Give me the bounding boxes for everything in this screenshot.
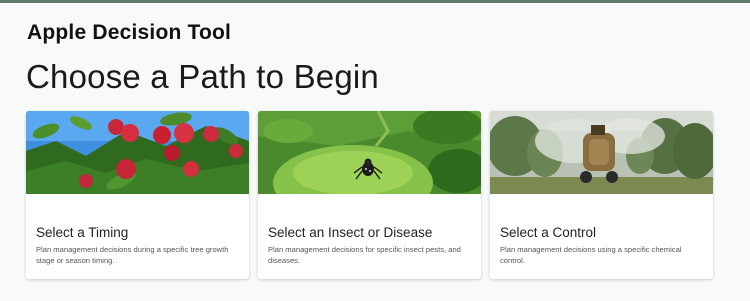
card-title: Select an Insect or Disease <box>268 225 433 240</box>
card-description: Plan management decisions for specific i… <box>268 245 461 265</box>
app-title: Apple Decision Tool <box>27 21 232 44</box>
card-description: Plan management decisions using a specif… <box>500 245 682 265</box>
apples-on-branch-photo <box>26 111 249 194</box>
orchard-sprayer-photo <box>490 111 713 194</box>
insect-on-green-apple-photo <box>258 111 481 194</box>
page-title: Choose a Path to Begin <box>26 58 379 95</box>
card-title: Select a Control <box>500 225 597 240</box>
path-cards: Select a Timing Plan management decision… <box>26 111 716 279</box>
control-card[interactable]: Select a Control Plan management decisio… <box>490 111 713 279</box>
card-description: Plan management decisions during a speci… <box>36 245 229 265</box>
insect-disease-card[interactable]: Select an Insect or Disease Plan managem… <box>258 111 481 279</box>
timing-card[interactable]: Select a Timing Plan management decision… <box>26 111 249 279</box>
card-title: Select a Timing <box>36 225 129 240</box>
main-page: Apple Decision Tool Choose a Path to Beg… <box>0 3 750 301</box>
